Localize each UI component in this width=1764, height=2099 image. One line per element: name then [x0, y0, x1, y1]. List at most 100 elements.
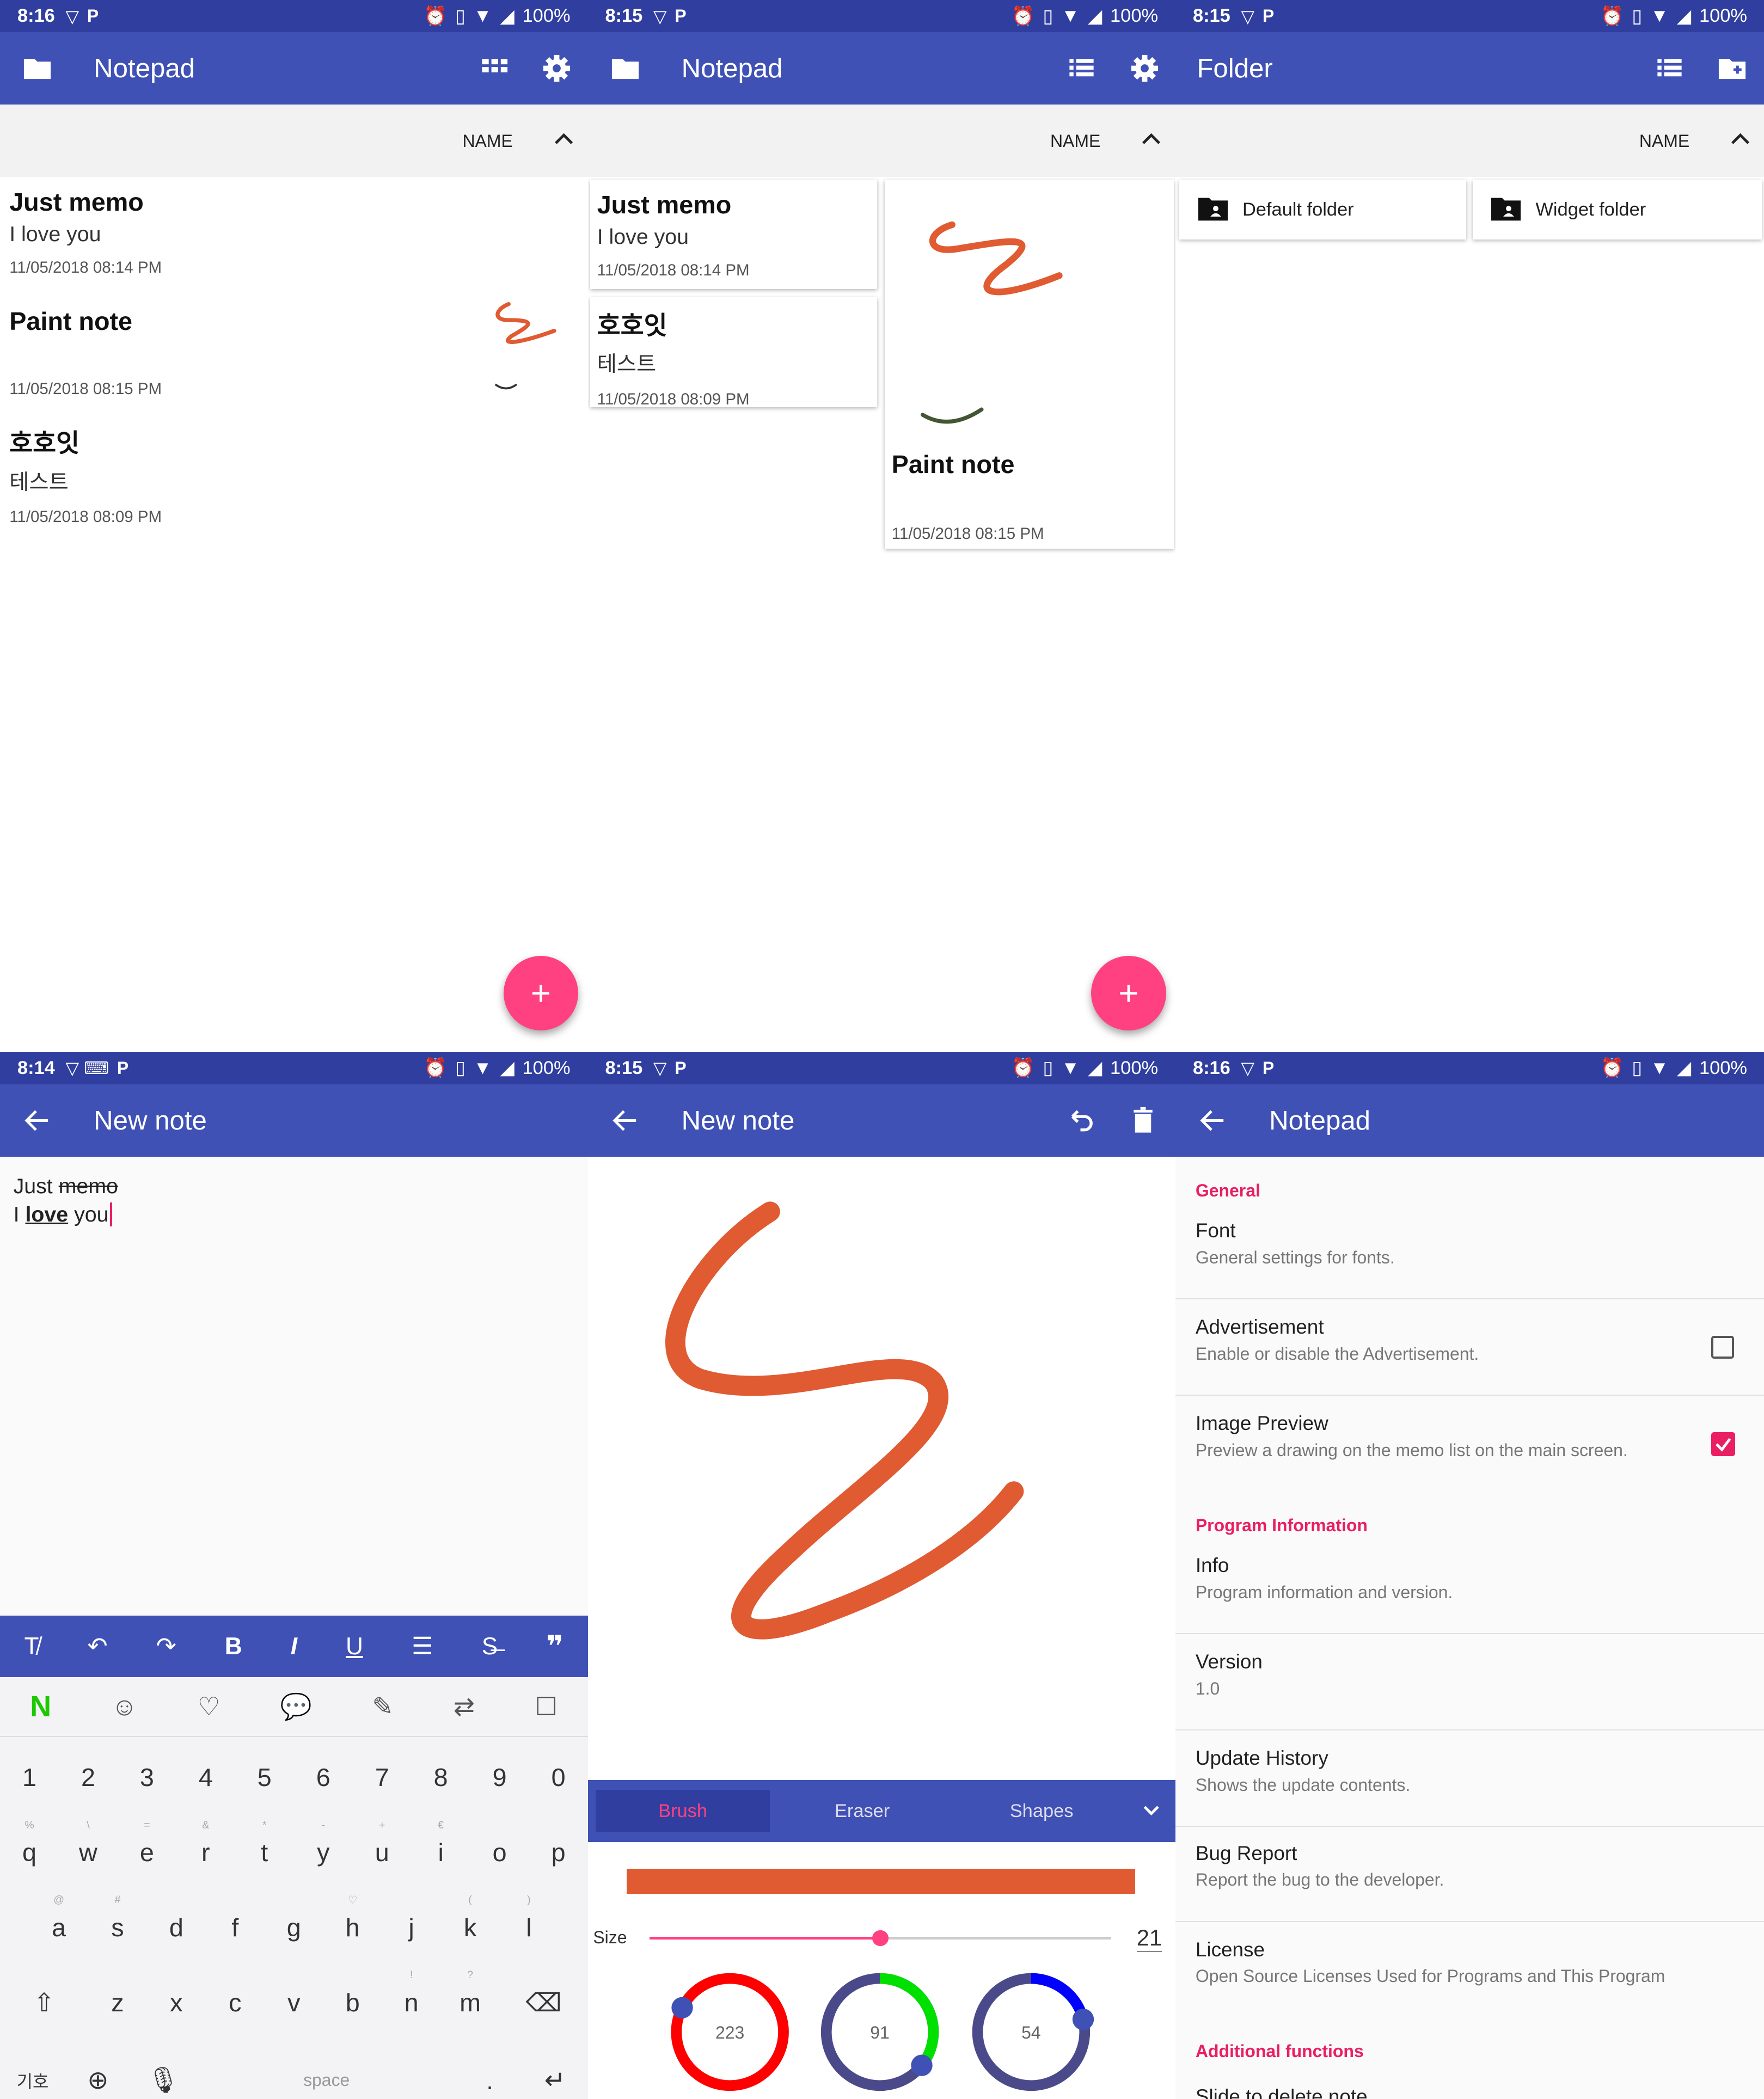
key[interactable]: ♡ h [323, 1894, 382, 1942]
list-item[interactable]: Paint note 11/05/2018 08:15 PM [9, 302, 572, 414]
key[interactable]: € i [412, 1819, 470, 1867]
quote-icon[interactable]: ❞ [546, 1629, 564, 1664]
trash-icon[interactable] [1127, 1104, 1159, 1137]
list-view-icon[interactable] [1065, 52, 1098, 84]
key[interactable]: d [147, 1913, 206, 1942]
underline-button[interactable]: U [346, 1633, 363, 1660]
key[interactable]: ! n [382, 1969, 441, 2018]
key[interactable]: % q [0, 1819, 59, 1867]
grid-view-icon[interactable] [478, 52, 510, 84]
folder-icon[interactable] [21, 52, 53, 84]
tab-brush[interactable]: Brush [596, 1789, 770, 1833]
globe-icon[interactable]: ⊕ [65, 2065, 131, 2095]
sort-bar[interactable]: NAME [0, 104, 588, 177]
key[interactable]: o [470, 1838, 529, 1867]
size-slider[interactable] [649, 1930, 1111, 1947]
key[interactable]: \ w [59, 1819, 118, 1867]
key[interactable]: ) l [499, 1894, 558, 1942]
key[interactable]: b [323, 1988, 382, 2018]
bold-button[interactable]: B [225, 1633, 242, 1660]
redo-icon[interactable]: ↷ [156, 1632, 176, 1660]
setting-version[interactable]: Version 1.0 [1175, 1634, 1764, 1730]
drawing-canvas[interactable] [588, 1157, 1176, 1779]
folder-item[interactable]: Widget folder [1472, 179, 1762, 240]
back-arrow-icon[interactable] [609, 1104, 641, 1137]
memo-card[interactable]: Just memo I love you 11/05/2018 08:14 PM [590, 179, 877, 290]
key[interactable]: @ a [29, 1894, 88, 1942]
key[interactable]: c [206, 1988, 265, 2018]
clear-format-icon[interactable]: T̸ [24, 1633, 39, 1660]
key[interactable]: 6 [294, 1763, 353, 1792]
folder-item[interactable]: Default folder [1179, 179, 1466, 240]
note-editor[interactable]: Just memo I love you [14, 1173, 118, 1229]
key[interactable]: 2 [59, 1763, 118, 1792]
key[interactable]: # s [88, 1894, 147, 1942]
enter-icon[interactable]: ↵ [523, 2065, 588, 2095]
strikethrough-icon[interactable]: S̶ [482, 1633, 498, 1660]
back-arrow-icon[interactable] [1197, 1104, 1229, 1137]
key[interactable]: 5 [235, 1763, 294, 1792]
key[interactable]: ? m [441, 1969, 500, 2018]
key[interactable]: v [265, 1988, 323, 2018]
key[interactable]: p [529, 1838, 588, 1867]
setting-info[interactable]: Info Program information and version. [1175, 1538, 1764, 1634]
heart-icon[interactable]: ♡ [198, 1692, 220, 1722]
key[interactable]: 3 [118, 1763, 176, 1792]
translate-icon[interactable]: ⇄ [454, 1692, 475, 1722]
setting-license[interactable]: License Open Source Licenses Used for Pr… [1175, 1922, 1764, 2017]
undo-icon[interactable]: ↶ [88, 1632, 108, 1660]
key[interactable]: + u [353, 1819, 412, 1867]
key[interactable]: * t [235, 1819, 294, 1867]
naver-logo-icon[interactable]: N [30, 1690, 51, 1723]
key[interactable]: j [382, 1913, 441, 1942]
folder-icon[interactable] [609, 52, 641, 84]
setting-image-preview[interactable]: Image Preview Preview a drawing on the m… [1175, 1396, 1764, 1492]
key[interactable]: 8 [412, 1763, 470, 1792]
red-dial[interactable]: 223 [670, 1973, 789, 2091]
chevron-up-icon[interactable] [1727, 126, 1754, 152]
emoji-icon[interactable]: ☺ [112, 1692, 138, 1721]
tab-eraser[interactable]: Eraser [775, 1790, 950, 1833]
key[interactable]: 1 [0, 1763, 59, 1792]
pen-icon[interactable]: ✎ [372, 1692, 393, 1722]
chevron-up-icon[interactable] [550, 126, 577, 152]
add-note-button[interactable]: + [503, 955, 579, 1031]
back-arrow-icon[interactable] [21, 1104, 53, 1137]
blue-dial[interactable]: 54 [972, 1973, 1094, 2091]
tab-shapes[interactable]: Shapes [954, 1790, 1129, 1833]
key[interactable]: z [88, 1988, 147, 2018]
italic-button[interactable]: I [291, 1633, 297, 1660]
setting-bug-report[interactable]: Bug Report Report the bug to the develop… [1175, 1826, 1764, 1922]
list-item[interactable]: 호호잇 테스트 11/05/2018 08:09 PM [9, 423, 572, 530]
size-slider-thumb[interactable] [872, 1930, 889, 1947]
setting-font[interactable]: Font General settings for fonts. [1175, 1204, 1764, 1300]
shift-icon[interactable]: ⇧ [0, 1988, 88, 2018]
backspace-icon[interactable]: ⌫ [500, 1988, 588, 2018]
green-dial[interactable]: 91 [820, 1973, 939, 2091]
chat-bubble-icon[interactable]: 💬 [280, 1692, 312, 1722]
space-key[interactable]: space [196, 2070, 457, 2090]
chevron-up-icon[interactable] [1138, 126, 1165, 152]
add-note-button[interactable]: + [1091, 955, 1166, 1031]
memo-card[interactable]: 호호잇 테스트 11/05/2018 08:09 PM [590, 297, 877, 408]
microphone-icon[interactable]: 🎙 [131, 2065, 196, 2095]
sort-bar[interactable]: NAME [587, 104, 1175, 177]
key[interactable]: 0 [529, 1763, 588, 1792]
undo-icon[interactable] [1064, 1104, 1097, 1137]
new-folder-icon[interactable] [1716, 52, 1748, 84]
key[interactable]: x [147, 1988, 206, 2018]
key[interactable]: 7 [353, 1763, 412, 1792]
key[interactable]: 9 [470, 1763, 529, 1792]
list-item[interactable]: Just memo I love you 11/05/2018 08:14 PM [9, 187, 572, 294]
setting-advertisement[interactable]: Advertisement Enable or disable the Adve… [1175, 1300, 1764, 1396]
setting-title[interactable]: Slide to delete note [1196, 2085, 1368, 2099]
key[interactable]: g [265, 1913, 323, 1942]
symbols-key[interactable]: 기호 [0, 2068, 65, 2093]
key[interactable]: -y [294, 1819, 353, 1867]
emoticon-icon[interactable]: ☐ [535, 1692, 558, 1722]
memo-card[interactable]: Paint note 11/05/2018 08:15 PM [885, 179, 1174, 549]
settings-gear-icon[interactable] [1129, 52, 1161, 84]
period-key[interactable]: . [457, 2066, 523, 2095]
key[interactable]: = e [118, 1819, 176, 1867]
key[interactable]: & r [176, 1819, 235, 1867]
